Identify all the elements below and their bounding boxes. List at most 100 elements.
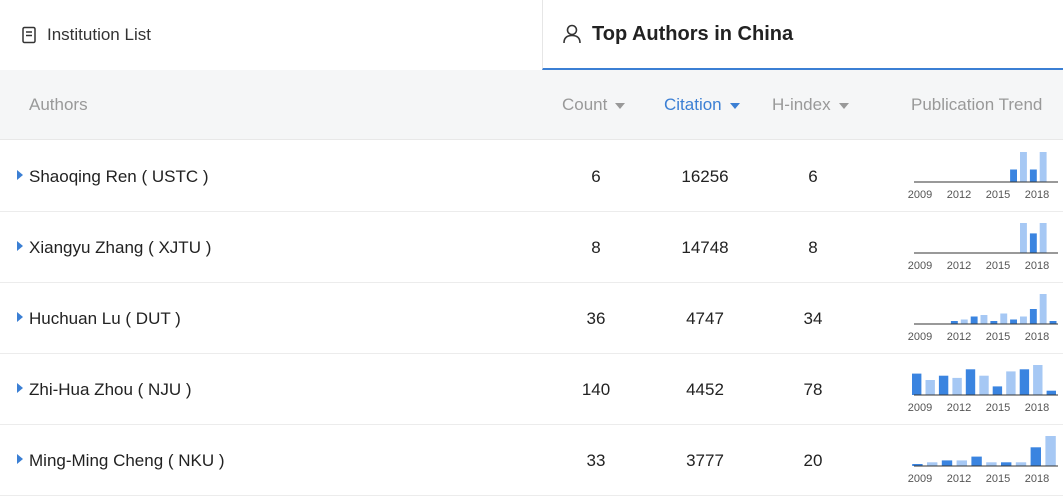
header-count-label: Count [562,95,608,114]
trend-bar [992,386,1003,395]
trend-bar [1029,233,1037,253]
trend-year-label: 2012 [947,402,971,414]
header-publication-trend: Publication Trend [911,95,1043,114]
sort-caret-icon [615,102,626,109]
trend-bar [1020,152,1027,182]
trend-year-label: 2012 [947,189,971,201]
trend-bar [1030,447,1041,467]
count-cell: 8 [591,238,601,257]
trend-year-label: 2018 [1025,189,1049,201]
header-count[interactable]: Count [562,70,626,140]
publication-trend-chart: 2009 2012 2015 2018 [900,354,1063,425]
trend-bar [960,319,968,324]
author-name[interactable]: Zhi-Hua Zhou ( NJU ) [29,354,191,425]
trend-bar [1010,319,1017,324]
tab-top-authors-label: Top Authors in China [592,22,794,45]
hindex-cell: 78 [803,380,823,399]
table-row[interactable]: Huchuan Lu ( DUT ) 36 4747 34 2009 2012 2015 20… [0,283,1063,354]
count-cell: 36 [586,309,606,328]
trend-bar [979,375,989,395]
trend-year-label: 2009 [908,189,932,201]
trend-bar [925,380,935,395]
trend-bar [970,316,978,324]
header-citation-label: Citation [664,95,722,114]
trend-year-label: 2018 [1025,331,1049,343]
trend-bar [1039,294,1047,324]
hindex-cell: 8 [808,238,818,257]
trend-bar [1029,169,1037,182]
count-cell: 140 [581,380,611,399]
table-row[interactable]: Xiangyu Zhang ( XJTU ) 8 14748 8 2009 2012 201… [0,212,1063,283]
caret-right-icon[interactable] [17,454,23,464]
trend-bar [1029,309,1037,324]
trend-bar [1020,223,1027,253]
caret-right-icon[interactable] [17,170,23,180]
trend-year-label: 2012 [947,473,971,485]
trend-year-label: 2015 [986,260,1010,272]
trend-bar [941,460,953,466]
hindex-cell: 34 [803,309,823,328]
tab-bar: Institution List Top Authors in China [0,0,1063,70]
trend-bar [1033,365,1043,395]
trend-year-label: 2012 [947,260,971,272]
hindex-cell: 20 [803,451,823,470]
trend-year-label: 2015 [986,402,1010,414]
trend-bar [952,377,962,395]
hindex-cell: 6 [808,167,818,186]
header-citation[interactable]: Citation [664,70,740,140]
publication-trend-chart: 2009 2012 2015 2018 [900,425,1063,496]
trend-bar [1039,152,1047,182]
trend-bar [912,373,922,395]
caret-right-icon[interactable] [17,383,23,393]
trend-year-label: 2015 [986,189,1010,201]
count-cell: 6 [591,167,601,186]
trend-bar [1019,369,1030,395]
tab-institution-list[interactable]: Institution List [0,0,542,70]
trend-year-label: 2009 [908,473,932,485]
tab-top-authors[interactable]: Top Authors in China [542,0,1063,70]
header-hindex-label: H-index [772,95,831,114]
tab-institution-list-label: Institution List [47,25,151,44]
header-authors: Authors [29,95,88,114]
trend-year-label: 2009 [908,331,932,343]
person-icon [562,23,582,45]
citation-cell: 4452 [686,380,724,399]
table-row[interactable]: Ming-Ming Cheng ( NKU ) 33 3777 20 2009 2012 2… [0,425,1063,496]
trend-bar [1020,316,1027,324]
author-name[interactable]: Huchuan Lu ( DUT ) [29,283,181,354]
sort-caret-icon [838,102,849,109]
trend-bar [1045,436,1056,466]
author-name[interactable]: Xiangyu Zhang ( XJTU ) [29,212,211,283]
citation-cell: 3777 [686,451,724,470]
trend-bar [980,315,988,324]
trend-year-label: 2018 [1025,260,1049,272]
document-icon [21,26,37,44]
trend-year-label: 2015 [986,473,1010,485]
trend-bar [971,456,982,466]
caret-right-icon[interactable] [17,312,23,322]
author-name[interactable]: Shaoqing Ren ( USTC ) [29,141,209,212]
trend-bar [965,369,976,395]
publication-trend-chart: 2009 2012 2015 2018 [900,283,1063,354]
trend-year-label: 2009 [908,402,932,414]
trend-bar [938,375,949,395]
trend-bar [1000,313,1008,324]
citation-cell: 4747 [686,309,724,328]
trend-year-label: 2015 [986,331,1010,343]
trend-year-label: 2018 [1025,473,1049,485]
table-row[interactable]: Zhi-Hua Zhou ( NJU ) 140 4452 78 2009 2012 201… [0,354,1063,425]
table-header: Authors Count Citation H-index Publicati… [0,70,1063,140]
header-hindex[interactable]: H-index [772,70,849,140]
trend-bar [1010,169,1017,182]
trend-year-label: 2009 [908,260,932,272]
trend-bar [956,460,967,466]
trend-year-label: 2018 [1025,402,1049,414]
count-cell: 33 [586,451,606,470]
author-name[interactable]: Ming-Ming Cheng ( NKU ) [29,425,225,496]
trend-year-label: 2012 [947,331,971,343]
trend-bar [1046,390,1056,395]
table-row[interactable]: Shaoqing Ren ( USTC ) 6 16256 6 2009 2012 2015… [0,141,1063,212]
trend-bar [1006,371,1016,395]
caret-right-icon[interactable] [17,241,23,251]
citation-cell: 14748 [681,238,729,257]
